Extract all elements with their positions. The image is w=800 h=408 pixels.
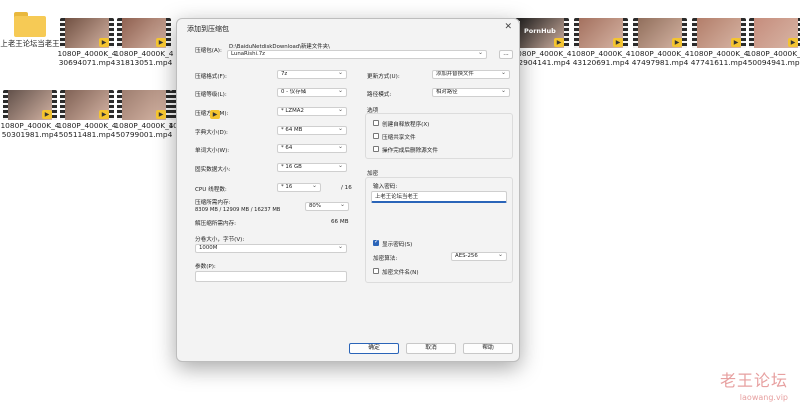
- path-select[interactable]: 相对路径: [432, 88, 510, 97]
- solid-label: 固实数据大小:: [195, 167, 231, 173]
- file-name: 上老王论坛当老王: [0, 39, 60, 48]
- show-password-label: 显示密码(S): [382, 242, 413, 248]
- encrypt-names-label: 加密文件名(N): [382, 270, 419, 276]
- cancel-button[interactable]: 取消: [406, 343, 456, 354]
- file-name: 1080P_4000K_450511481.mp4: [57, 121, 117, 140]
- video-thumbnail-icon: ▶: [117, 18, 171, 48]
- file-name: 1080P_4000K_443120691.mp4: [571, 49, 631, 68]
- archive-label: 压缩包(A):: [195, 48, 222, 54]
- enc-method-select[interactable]: AES-256: [451, 252, 507, 261]
- browse-button[interactable]: ...: [499, 50, 513, 59]
- file-name: 1080P_4000K_430694071.mp4: [57, 49, 117, 68]
- file-name: 1080P_4000K_447741611.mp4: [689, 49, 749, 68]
- video-thumbnail-icon: ▶: [60, 18, 114, 48]
- media-badge-icon: ▶: [99, 38, 109, 47]
- media-badge-icon: ▶: [788, 38, 798, 47]
- path-label: 路径模式:: [367, 92, 392, 98]
- enc-method-label: 加密算法:: [373, 256, 398, 262]
- folder-icon: [14, 12, 46, 37]
- show-password-checkbox[interactable]: [373, 238, 379, 246]
- encrypt-names-checkbox[interactable]: [373, 268, 379, 274]
- params-label: 参数(P):: [195, 264, 216, 270]
- watermark-text: 老王论坛: [719, 371, 788, 390]
- sfx-checkbox[interactable]: [373, 120, 379, 126]
- delete-checkbox[interactable]: [373, 146, 379, 152]
- video-thumbnail-icon: ▶: [3, 90, 57, 120]
- archive-name-input[interactable]: LunaRishi.7z: [227, 50, 487, 59]
- video-thumbnail-icon: ▶: [749, 18, 800, 48]
- cpu-select[interactable]: * 16: [277, 183, 321, 192]
- word-label: 单词大小(W):: [195, 148, 230, 154]
- mem-percent-select[interactable]: 80%: [305, 202, 349, 211]
- format-label: 压缩格式(F):: [195, 74, 227, 80]
- video-thumbnail-icon: ▶: [117, 90, 171, 120]
- file-name: 1080P_4000K_442904141.mp4: [512, 49, 572, 68]
- sfx-label: 创建自释放程序(X): [382, 122, 430, 128]
- media-badge-icon: ▶: [156, 110, 166, 119]
- shared-label: 压缩共享文件: [382, 135, 416, 141]
- level-label: 压缩等级(L):: [195, 92, 227, 98]
- shared-checkbox[interactable]: [373, 133, 379, 139]
- cpu-total: / 16: [341, 185, 352, 191]
- word-select[interactable]: * 64: [277, 144, 347, 153]
- dict-select[interactable]: * 64 MB: [277, 126, 347, 135]
- format-select[interactable]: 7z: [277, 70, 347, 79]
- delete-label: 操作完成后删除源文件: [382, 148, 438, 154]
- media-badge-icon: ▶: [554, 38, 564, 47]
- media-badge-icon: ▶: [156, 38, 166, 47]
- decomp-label: 解压缩所需内存:: [195, 221, 237, 227]
- mem-detail: 8309 MB / 12909 MB / 16237 MB: [195, 207, 281, 213]
- archive-dir: D:\BaiduNetdiskDownload\新建文件夹\: [229, 44, 330, 50]
- encryption-title: 加密: [367, 171, 379, 177]
- params-input[interactable]: [195, 271, 347, 282]
- media-badge-icon: ▶: [613, 38, 623, 47]
- password-label: 输入密码:: [373, 184, 398, 190]
- file-name: 1080P_4000K_450094941.mp4: [746, 49, 800, 68]
- method-select[interactable]: * LZMA2: [277, 107, 347, 116]
- cpu-label: CPU 线程数:: [195, 187, 227, 193]
- dict-label: 字典大小(D):: [195, 130, 228, 136]
- file-name: 1080P_4000K_450301981.mp4: [0, 121, 60, 140]
- media-badge-icon: ▶: [99, 110, 109, 119]
- help-button[interactable]: 帮助: [463, 343, 513, 354]
- solid-select[interactable]: * 16 GB: [277, 163, 347, 172]
- mem-label: 压缩所需内存:: [195, 200, 231, 206]
- ok-button[interactable]: 确定: [349, 343, 399, 354]
- split-select[interactable]: 1000M: [195, 244, 347, 253]
- dialog-title: 添加到压缩包: [187, 25, 229, 33]
- video-thumbnail-icon: PornHub ▶: [515, 18, 569, 48]
- file-name: 1080P_4000K_450799001.mp4: [114, 121, 174, 140]
- update-select[interactable]: 添加并替换文件: [432, 70, 510, 79]
- split-label: 分卷大小，字节(V):: [195, 237, 245, 243]
- update-label: 更新方式(U):: [367, 74, 400, 80]
- add-to-archive-dialog: 添加到压缩包 ✕ 压缩包(A): D:\BaiduNetdiskDownload…: [176, 18, 520, 362]
- video-thumbnail-icon: ▶: [692, 18, 746, 48]
- video-thumbnail-icon: ▶: [60, 90, 114, 120]
- file-name: 1080P_4000K_431813051.mp4: [114, 49, 174, 68]
- video-thumbnail-icon: ▶: [633, 18, 687, 48]
- decomp-value: 66 MB: [331, 219, 349, 225]
- media-badge-icon: ▶: [42, 110, 52, 119]
- close-icon[interactable]: ✕: [504, 22, 512, 32]
- file-name: 1080P_4000K_447497981.mp4: [630, 49, 690, 68]
- level-select[interactable]: 0 - 仅存储: [277, 88, 347, 97]
- media-badge-icon: ▶: [210, 110, 220, 119]
- watermark-url: laowang.vip: [739, 393, 788, 402]
- thumbnail-logo: PornHub: [524, 27, 556, 35]
- media-badge-icon: ▶: [672, 38, 682, 47]
- media-badge-icon: ▶: [731, 38, 741, 47]
- video-thumbnail-icon: ▶: [574, 18, 628, 48]
- password-input[interactable]: 上老王论坛当老王: [371, 191, 507, 203]
